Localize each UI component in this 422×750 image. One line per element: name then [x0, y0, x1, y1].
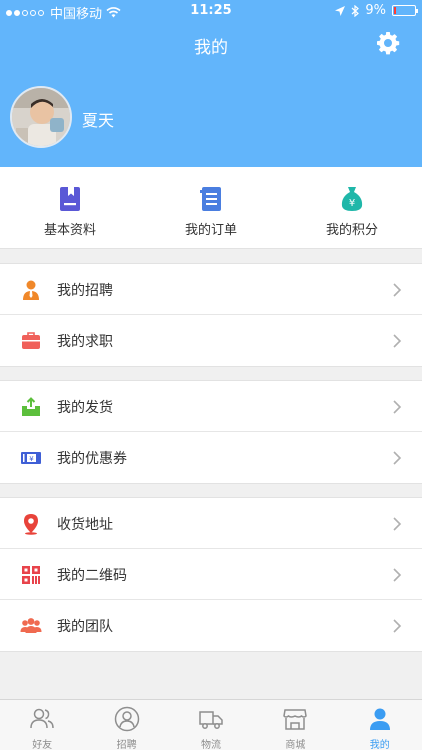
tab-label: 商城: [285, 740, 306, 750]
tab-label: 物流: [200, 740, 221, 750]
basic-info-link[interactable]: 基本资料: [0, 167, 140, 249]
battery-icon: [392, 5, 418, 16]
basic-info-label: 基本资料: [43, 223, 96, 238]
friends-icon: [30, 708, 54, 729]
chevron-right-icon: [393, 451, 402, 465]
tab-logistics[interactable]: 物流: [169, 700, 253, 750]
chevron-right-icon: [393, 568, 402, 582]
username: 夏天: [82, 111, 115, 130]
bluetooth-icon: [351, 4, 360, 17]
menu-label: 收货地址: [57, 517, 113, 533]
chevron-right-icon: [393, 334, 402, 348]
menu-label: 我的优惠券: [57, 451, 127, 467]
battery-percent: 9%: [365, 3, 386, 18]
menu-label: 我的团队: [57, 619, 113, 635]
profile-header[interactable]: 夏天: [0, 66, 422, 167]
me-person-icon: [369, 708, 390, 730]
quick-links: 基本资料 我的订单 ¥ 我的积分: [0, 167, 422, 249]
chevron-right-icon: [393, 619, 402, 633]
gear-icon[interactable]: [376, 31, 400, 55]
my-points-label: 我的积分: [325, 223, 378, 238]
tab-recruit[interactable]: 招聘: [84, 700, 168, 750]
menu-item-my-qr-code[interactable]: 我的二维码: [0, 549, 422, 600]
tab-store[interactable]: 商城: [253, 700, 337, 750]
svg-text:¥: ¥: [29, 455, 34, 463]
tab-label: 我的: [369, 740, 390, 750]
qr-code-icon: [22, 566, 40, 584]
order-document-icon: [200, 187, 221, 211]
menu-item-my-job-search[interactable]: 我的求职: [0, 315, 422, 366]
menu-label: 我的发货: [57, 400, 113, 416]
my-orders-label: 我的订单: [184, 223, 237, 238]
tab-me[interactable]: 我的: [338, 700, 422, 750]
nav-bar: 我的: [0, 22, 422, 66]
profile-bookmark-icon: [60, 187, 80, 211]
status-bar: 中国移动 11:25 9%: [0, 0, 422, 22]
menu-group-jobs: 我的招聘 我的求职: [0, 263, 422, 367]
avatar-photo: [12, 88, 70, 146]
system-indicators: 9%: [335, 3, 418, 18]
location-pin-icon: [24, 514, 38, 535]
location-arrow-icon: [335, 5, 346, 16]
briefcase-icon: [22, 332, 40, 349]
chevron-right-icon: [393, 283, 402, 297]
menu-item-my-coupons[interactable]: ¥ 我的优惠券: [0, 432, 422, 483]
tab-friends[interactable]: 好友: [0, 700, 84, 750]
tab-bar: 好友 招聘 物流 商城 我的: [0, 699, 422, 750]
money-bag-icon: ¥: [341, 187, 363, 211]
menu-item-my-team[interactable]: 我的团队: [0, 600, 422, 651]
menu-item-shipping-address[interactable]: 收货地址: [0, 498, 422, 549]
menu-group-commerce: 我的发货 ¥ 我的优惠券: [0, 380, 422, 484]
store-icon: [283, 709, 308, 730]
tab-label: 招聘: [116, 740, 137, 750]
svg-text:¥: ¥: [349, 198, 355, 209]
page-title: 我的: [194, 38, 228, 58]
avatar[interactable]: [10, 86, 72, 148]
menu-item-my-shipments[interactable]: 我的发货: [0, 381, 422, 432]
coupon-icon: ¥: [21, 452, 41, 464]
tab-label: 好友: [32, 740, 53, 750]
team-icon: [20, 618, 42, 633]
chevron-right-icon: [393, 400, 402, 414]
shipping-tray-icon: [22, 397, 40, 416]
chevron-right-icon: [393, 517, 402, 531]
recruiter-icon: [23, 280, 39, 300]
menu-group-account: 收货地址 我的二维码 我的团队: [0, 497, 422, 652]
truck-icon: [199, 711, 223, 729]
my-points-link[interactable]: ¥ 我的积分: [282, 167, 422, 249]
menu-item-my-recruitment[interactable]: 我的招聘: [0, 264, 422, 315]
menu-label: 我的招聘: [57, 283, 113, 299]
menu-label: 我的求职: [57, 334, 113, 350]
my-orders-link[interactable]: 我的订单: [141, 167, 281, 249]
recruit-person-icon: [114, 706, 139, 732]
menu-label: 我的二维码: [57, 568, 127, 584]
